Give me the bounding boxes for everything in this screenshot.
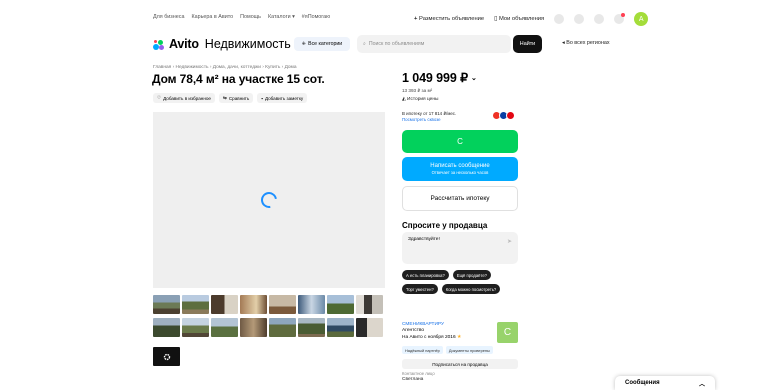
thumbnail[interactable] [298,295,325,314]
chat-icon[interactable] [594,14,605,24]
location-icon: ◂ [562,40,565,46]
seller-info: СМЕНИКВАРТИРУ Агентство На Авито с ноябр… [402,322,461,341]
thumbnail[interactable] [153,295,180,314]
contact-person: Контактное лицо Светлана [402,371,435,384]
nav-help-hashtag[interactable]: #яПомогаю [302,14,330,20]
nav-career[interactable]: Карьера в Авито [191,14,233,20]
grid-icon: ⁜ [301,41,307,47]
search-input[interactable]: ⌕ Поиск по объявлениям [357,35,511,53]
thumbnail[interactable] [298,318,325,337]
post-ad-link[interactable]: + Разместить объявление [414,16,484,22]
price-per-m2: 13 393 ₽ за м² [402,88,433,93]
seller-avatar[interactable]: С [497,322,518,343]
loading-spinner-icon [257,188,281,212]
cart-icon[interactable] [614,13,626,24]
mortgage-offer: В ипотеку от 17 814 ₽/мес. Посмотреть ск… [402,111,456,122]
more-photos-button[interactable] [153,347,180,366]
avito-logo-icon [153,39,165,50]
gear-icon [163,353,170,360]
my-ads-link[interactable]: ▯ Мои объявления [494,16,544,22]
quick-question-chip[interactable]: Когда можно посмотреть? [441,284,501,294]
message-input[interactable]: Здравствуйте! ➤ [402,232,518,264]
bell-icon[interactable] [574,14,585,24]
thumbnail[interactable] [153,318,180,337]
seller-badge: Надёжный партнёр [402,346,443,354]
plus-icon: + [414,16,418,22]
add-note-button[interactable]: ▪ Добавить заметку [257,93,308,103]
thumbnail[interactable] [182,318,209,337]
chevron-down-icon[interactable]: ⌄ [471,74,477,82]
quick-questions: А есть планировка? Ещё продаёте? Торг ум… [402,270,522,294]
page-title: Дом 78,4 м² на участке 15 сот. [152,72,325,86]
write-message-button[interactable]: Написать сообщение Отвечает за несколько… [402,157,518,181]
subscribe-seller-button[interactable]: Подписаться на продавца [402,359,518,369]
nav-catalogs[interactable]: Каталоги ▾ [268,14,295,20]
thumbnail[interactable] [240,295,267,314]
seller-since: На Авито с ноября 2016 ★ [402,334,462,340]
thumbnail[interactable] [182,295,209,314]
response-time: Отвечает за несколько часов [431,170,489,175]
note-icon: ▪ [261,95,263,101]
mortgage-link[interactable]: Посмотреть сквозе [402,117,456,123]
thumbnail[interactable] [327,318,354,337]
thumbnail[interactable] [327,295,354,314]
message-input-text: Здравствуйте! [408,237,440,242]
quick-question-chip[interactable]: Ещё продаёте? [452,270,492,280]
thumbnail[interactable] [211,318,238,337]
seller-badge: Документы проверены [445,346,493,354]
compare-icon: ⇆ [222,95,227,100]
listing-actions: ♡ Добавить в избранное ⇆ Сравнить ▪ Добавит… [153,93,308,103]
breadcrumb[interactable]: Главная › Недвижимость › Дома, дачи, кот… [153,65,297,70]
avito-logo[interactable]: Avito Недвижимость [153,37,291,51]
region-selector[interactable]: ◂ Во всех регионах [562,40,610,46]
messages-panel-title: Сообщения [625,380,660,386]
find-button[interactable]: Найти [513,35,542,53]
chevron-up-icon[interactable]: ︿ [699,379,705,388]
all-categories-button[interactable]: ⁜ Все категории [294,37,350,51]
price-value: 1 049 999 ₽ [402,71,468,85]
send-icon[interactable]: ➤ [507,238,512,245]
thumbnail[interactable] [240,318,267,337]
chart-icon: ◭ [402,97,406,102]
quick-question-chip[interactable]: А есть планировка? [402,270,449,280]
ask-seller-heading: Спросите у продавца [402,221,488,230]
doc-icon: ▯ [494,16,498,22]
contact-name: Светлана [402,376,424,382]
thumbnail[interactable] [356,318,383,337]
top-right-bar: + Разместить объявление ▯ Мои объявления… [414,12,649,26]
thumbnail-strip [153,295,383,337]
show-phone-button[interactable]: С [402,130,518,153]
user-avatar[interactable]: А [634,12,649,26]
add-to-favorites-button[interactable]: ♡ Добавить в избранное [153,93,215,103]
star-icon: ★ [457,334,462,340]
section-name: Недвижимость [204,37,291,51]
price: 1 049 999 ₽ ⌄ [402,70,477,85]
nav-help[interactable]: Помощь [240,14,261,20]
nav-business[interactable]: Для бизнеса [153,14,184,20]
page: Для бизнеса Карьера в Авито Помощь Катал… [0,0,782,390]
thumbnail[interactable] [269,318,296,337]
mortgage-offer-text: В ипотеку от 17 814 ₽/мес. [402,111,457,116]
calculate-mortgage-button[interactable]: Рассчитать ипотеку [402,186,518,211]
compare-button[interactable]: ⇆ Сравнить [218,93,254,103]
photo-gallery[interactable] [153,112,385,288]
brand-name: Avito [169,37,199,51]
heart-icon: ♡ [157,95,162,100]
thumbnail[interactable] [356,295,383,314]
thumbnail[interactable] [211,295,238,314]
price-history-link[interactable]: ◭ История цены [402,97,438,102]
messages-panel[interactable]: Сообщения ︿ [615,376,715,390]
quick-question-chip[interactable]: Торг уместен? [402,284,438,294]
heart-icon[interactable] [554,14,565,24]
top-nav: Для бизнеса Карьера в Авито Помощь Катал… [153,14,330,20]
bank-logo-icon [506,111,515,120]
seller-badges: Надёжный партнёр Документы проверены [402,346,493,354]
contact-label: Контактное лицо [402,371,435,376]
write-message-label: Написать сообщение [430,163,490,169]
thumbnail[interactable] [269,295,296,314]
search-icon: ⌕ [363,40,366,47]
bank-logos [492,111,515,120]
